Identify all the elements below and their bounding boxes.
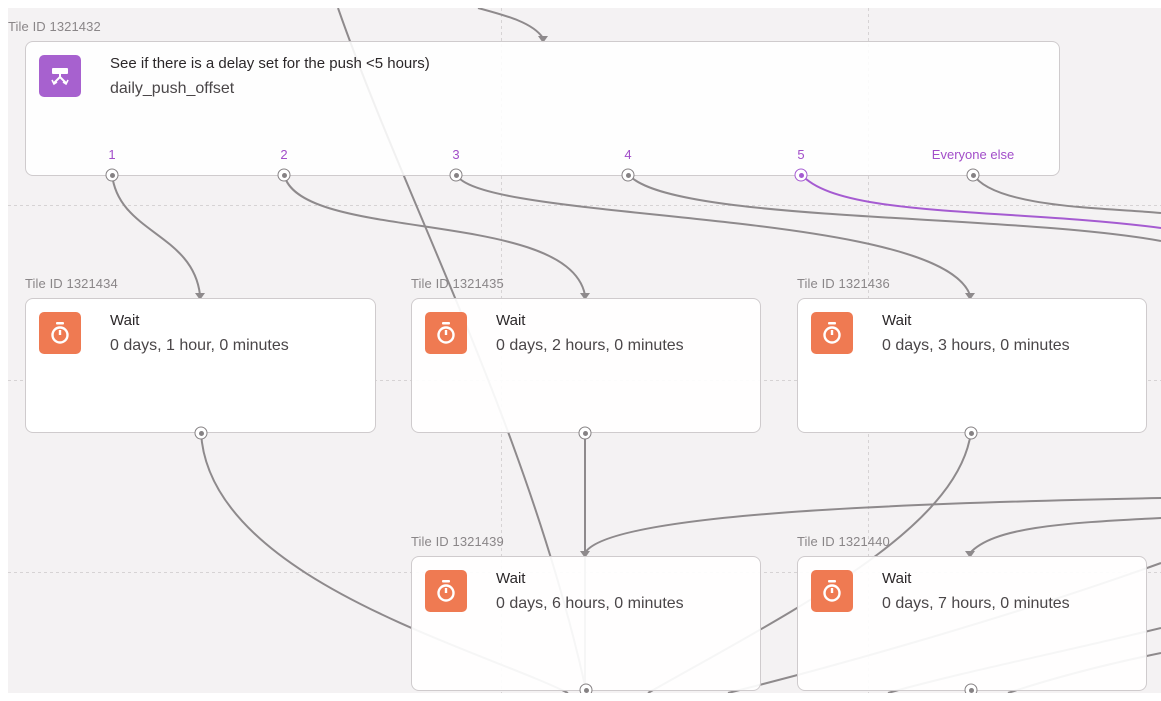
stopwatch-icon [425, 570, 467, 612]
branch-label-everyone-else: Everyone else [931, 147, 1015, 162]
output-port[interactable] [964, 426, 978, 440]
stopwatch-icon [811, 312, 853, 354]
wait-tile-duration: 0 days, 3 hours, 0 minutes [882, 337, 1070, 354]
split-tile-attribute: daily_push_offset [110, 80, 235, 97]
output-port[interactable] [194, 426, 208, 440]
tile-id-label: Tile ID 1321435 [411, 276, 504, 291]
branch-label-5: 5 [797, 147, 805, 162]
tile-id-label: Tile ID 1321436 [797, 276, 890, 291]
wait-tile-title: Wait [110, 312, 140, 329]
wait-tile-card[interactable]: Wait 0 days, 6 hours, 0 minutes [411, 556, 761, 691]
wait-tile-title: Wait [882, 312, 912, 329]
split-branch-icon [39, 55, 81, 97]
stopwatch-icon [39, 312, 81, 354]
connector-line [969, 517, 1161, 554]
output-port-2[interactable] [277, 168, 291, 182]
journey-canvas[interactable]: Tile ID 1321432 See if there is a delay … [8, 8, 1161, 693]
stopwatch-icon [425, 312, 467, 354]
wait-tile-card[interactable]: Wait 0 days, 7 hours, 0 minutes [797, 556, 1147, 691]
output-port[interactable] [579, 683, 593, 693]
connector-line [972, 173, 1161, 214]
split-tile-title: See if there is a delay set for the push… [110, 55, 430, 72]
tile-id-label: Tile ID 1321440 [797, 534, 890, 549]
wait-tile-title: Wait [882, 570, 912, 587]
output-port-1[interactable] [105, 168, 119, 182]
wait-tile-card[interactable]: Wait 0 days, 2 hours, 0 minutes [411, 298, 761, 433]
output-port-everyone-else[interactable] [966, 168, 980, 182]
wait-tile-card[interactable]: Wait 0 days, 3 hours, 0 minutes [797, 298, 1147, 433]
wait-tile-duration: 0 days, 1 hour, 0 minutes [110, 337, 289, 354]
output-port-5[interactable] [794, 168, 808, 182]
wait-tile-title: Wait [496, 570, 526, 587]
tile-id-label: Tile ID 1321434 [25, 276, 118, 291]
branch-label-1: 1 [108, 147, 116, 162]
wait-tile-duration: 0 days, 2 hours, 0 minutes [496, 337, 684, 354]
stopwatch-icon [811, 570, 853, 612]
branch-label-4: 4 [624, 147, 632, 162]
split-tile-card[interactable]: See if there is a delay set for the push… [25, 41, 1060, 176]
wait-tile-duration: 0 days, 7 hours, 0 minutes [882, 595, 1070, 612]
connector-line [455, 173, 971, 296]
wait-tile-card[interactable]: Wait 0 days, 1 hour, 0 minutes [25, 298, 376, 433]
branch-label-2: 2 [280, 147, 288, 162]
output-port[interactable] [964, 683, 978, 693]
tile-id-label: Tile ID 1321439 [411, 534, 504, 549]
output-port-4[interactable] [621, 168, 635, 182]
connector-line [111, 173, 201, 296]
wait-tile-duration: 0 days, 6 hours, 0 minutes [496, 595, 684, 612]
tile-id-label: Tile ID 1321432 [8, 19, 101, 34]
connector-line [477, 8, 544, 39]
branch-label-3: 3 [452, 147, 460, 162]
output-port[interactable] [578, 426, 592, 440]
wait-tile-title: Wait [496, 312, 526, 329]
output-port-3[interactable] [449, 168, 463, 182]
